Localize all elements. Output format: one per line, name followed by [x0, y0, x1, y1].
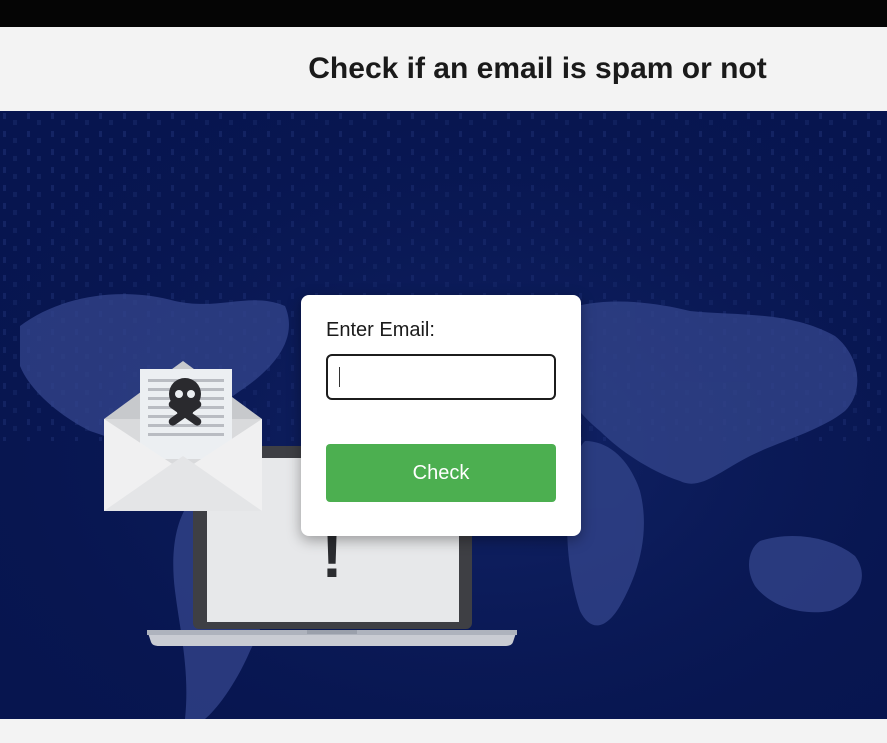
top-bar [0, 0, 887, 27]
text-cursor [339, 367, 340, 387]
footer-strip [0, 719, 887, 743]
page-header: Check if an email is spam or not [0, 27, 887, 111]
spam-check-form: Enter Email: Check [301, 295, 581, 536]
email-input[interactable] [326, 354, 556, 400]
email-label: Enter Email: [326, 319, 435, 341]
check-button[interactable]: Check [326, 444, 556, 502]
page-title: Check if an email is spam or not [308, 52, 767, 85]
